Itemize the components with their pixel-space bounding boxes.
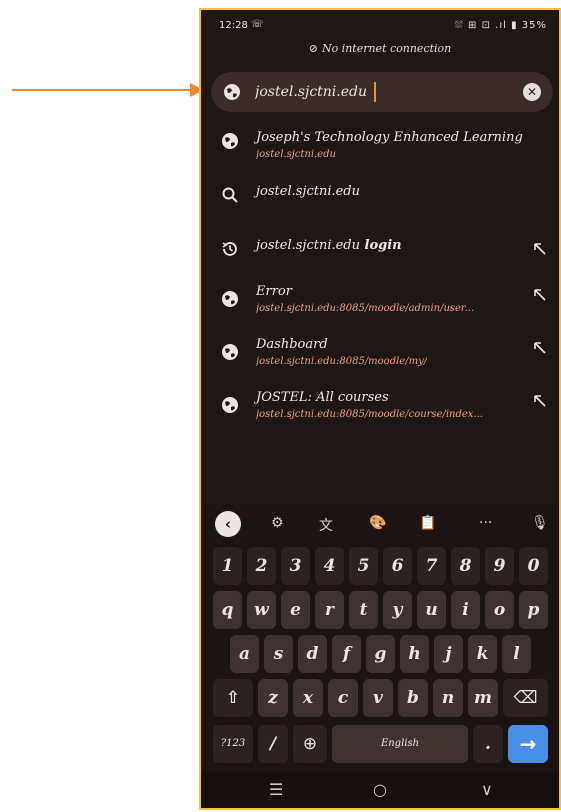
language-globe-key[interactable]: ⊕ bbox=[293, 725, 327, 763]
suggestion-url: jostel.sjctni.edu:8085/moodle/admin/user… bbox=[256, 303, 475, 314]
symbols-key[interactable]: ?123 bbox=[213, 725, 253, 763]
key-d[interactable]: d bbox=[298, 635, 327, 673]
key-i[interactable]: i bbox=[451, 591, 480, 629]
collapse-toolbar-button[interactable]: ‹ bbox=[215, 511, 241, 537]
key-k[interactable]: k bbox=[468, 635, 497, 673]
back-icon[interactable]: ∨ bbox=[481, 780, 493, 799]
key-s[interactable]: s bbox=[264, 635, 293, 673]
key-q[interactable]: q bbox=[213, 591, 242, 629]
phone-screen: 12:28 ☏ ⛆ ⊞ ⊡ .ıl ▮ 35% ⊘ No internet con… bbox=[199, 8, 561, 810]
key-8[interactable]: 8 bbox=[451, 547, 480, 585]
suggestion-title: Dashboard bbox=[256, 337, 328, 352]
key-v[interactable]: v bbox=[363, 679, 393, 717]
slash-key[interactable]: / bbox=[258, 725, 288, 763]
key-2[interactable]: 2 bbox=[247, 547, 276, 585]
keyboard-toolbar: ‹ ⚙ 文 🎨 📋 ··· 🎙 bbox=[201, 503, 559, 543]
globe-icon bbox=[222, 397, 238, 413]
status-time: 12:28 bbox=[219, 20, 248, 31]
home-icon[interactable]: ○ bbox=[373, 780, 387, 799]
translate-icon[interactable]: 文 bbox=[319, 515, 333, 535]
key-h[interactable]: h bbox=[400, 635, 429, 673]
microphone-icon[interactable]: 🎙 bbox=[531, 515, 549, 531]
no-internet-banner: ⊘ No internet connection bbox=[201, 42, 559, 55]
more-options-icon[interactable]: ··· bbox=[479, 515, 492, 531]
period-key[interactable]: . bbox=[473, 725, 503, 763]
system-nav-bar: ☰ ○ ∨ bbox=[201, 772, 559, 808]
key-9[interactable]: 9 bbox=[485, 547, 514, 585]
key-n[interactable]: n bbox=[433, 679, 463, 717]
address-bar[interactable]: ✕ bbox=[211, 72, 553, 112]
key-x[interactable]: x bbox=[293, 679, 323, 717]
key-6[interactable]: 6 bbox=[383, 547, 412, 585]
fill-arrow-icon[interactable] bbox=[533, 394, 547, 408]
key-y[interactable]: y bbox=[383, 591, 412, 629]
soft-keyboard: ‹ ⚙ 文 🎨 📋 ··· 🎙 1 2 3 4 5 6 7 8 9 0 q w … bbox=[201, 503, 559, 781]
go-enter-key[interactable]: → bbox=[508, 725, 548, 763]
key-t[interactable]: t bbox=[349, 591, 378, 629]
key-j[interactable]: j bbox=[434, 635, 463, 673]
key-g[interactable]: g bbox=[366, 635, 395, 673]
key-e[interactable]: e bbox=[281, 591, 310, 629]
key-1[interactable]: 1 bbox=[213, 547, 242, 585]
globe-icon bbox=[224, 84, 240, 100]
suggestion-url: jostel.sjctni.edu bbox=[256, 149, 336, 160]
key-3[interactable]: 3 bbox=[281, 547, 310, 585]
shift-key[interactable]: ⇧ bbox=[213, 679, 253, 717]
key-0[interactable]: 0 bbox=[519, 547, 548, 585]
key-f[interactable]: f bbox=[332, 635, 361, 673]
cloud-off-icon: ⊘ bbox=[308, 42, 318, 55]
annotation-arrow-line bbox=[12, 89, 192, 91]
key-4[interactable]: 4 bbox=[315, 547, 344, 585]
suggestion-title: Error bbox=[256, 284, 292, 299]
fill-arrow-icon[interactable] bbox=[533, 341, 547, 355]
settings-icon[interactable]: ⚙ bbox=[271, 515, 284, 531]
clipboard-icon[interactable]: 📋 bbox=[419, 515, 436, 531]
suggestion-url: jostel.sjctni.edu:8085/moodle/course/ind… bbox=[256, 409, 483, 420]
globe-icon bbox=[222, 133, 238, 149]
key-r[interactable]: r bbox=[315, 591, 344, 629]
key-p[interactable]: p bbox=[519, 591, 548, 629]
suggestion-title: Joseph's Technology Enhanced Learning bbox=[256, 130, 523, 145]
key-w[interactable]: w bbox=[247, 591, 276, 629]
key-o[interactable]: o bbox=[485, 591, 514, 629]
no-internet-text: No internet connection bbox=[321, 42, 452, 55]
notification-icon: ☏ bbox=[251, 19, 264, 30]
suggestion-title: jostel.sjctni.edu bbox=[256, 184, 360, 199]
key-l[interactable]: l bbox=[502, 635, 531, 673]
status-bar: 12:28 ☏ ⛆ ⊞ ⊡ .ıl ▮ 35% bbox=[201, 10, 559, 38]
history-icon bbox=[222, 242, 237, 256]
key-b[interactable]: b bbox=[398, 679, 428, 717]
recent-apps-icon[interactable]: ☰ bbox=[269, 780, 283, 799]
search-icon bbox=[222, 187, 238, 203]
fill-arrow-icon[interactable] bbox=[533, 288, 547, 302]
theme-palette-icon[interactable]: 🎨 bbox=[369, 515, 386, 531]
key-5[interactable]: 5 bbox=[349, 547, 378, 585]
globe-icon bbox=[222, 291, 238, 307]
globe-icon bbox=[222, 344, 238, 360]
key-u[interactable]: u bbox=[417, 591, 446, 629]
address-input[interactable] bbox=[255, 80, 515, 104]
key-c[interactable]: c bbox=[328, 679, 358, 717]
suggestion-title: JOSTEL: All courses bbox=[256, 390, 389, 405]
key-a[interactable]: a bbox=[230, 635, 259, 673]
fill-arrow-icon[interactable] bbox=[533, 242, 547, 256]
text-caret bbox=[374, 82, 376, 102]
suggestion-title: jostel.sjctni.edu login bbox=[256, 238, 402, 253]
clear-input-button[interactable]: ✕ bbox=[523, 83, 541, 101]
key-m[interactable]: m bbox=[468, 679, 498, 717]
status-icons: ⛆ ⊞ ⊡ .ıl ▮ 35% bbox=[454, 20, 547, 31]
key-z[interactable]: z bbox=[258, 679, 288, 717]
space-key[interactable]: English bbox=[332, 725, 468, 763]
backspace-key[interactable]: ⌫ bbox=[503, 679, 548, 717]
key-7[interactable]: 7 bbox=[417, 547, 446, 585]
suggestion-url: jostel.sjctni.edu:8085/moodle/my/ bbox=[256, 356, 428, 367]
